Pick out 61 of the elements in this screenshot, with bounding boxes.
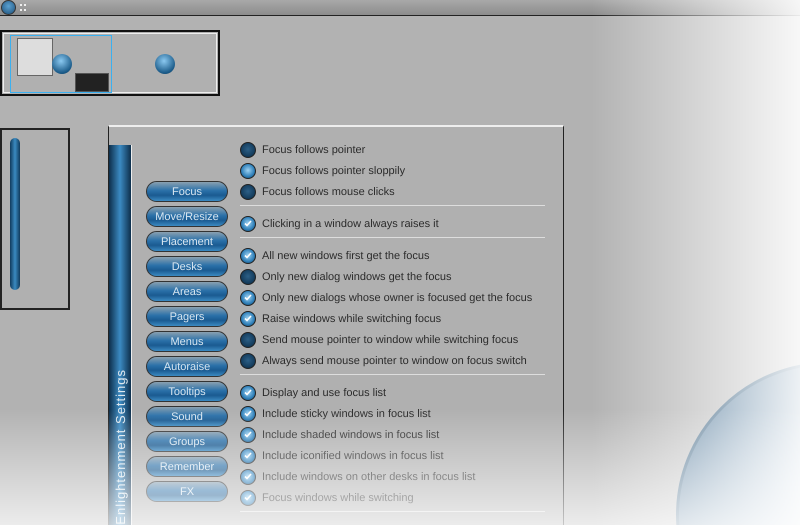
- option-label: Clicking in a window always raises it: [262, 218, 439, 230]
- radio-button[interactable]: [240, 184, 256, 200]
- category-button[interactable]: Desks: [146, 256, 228, 277]
- option-label: Raise windows while switching focus: [262, 312, 442, 324]
- terminal-thumbnail: [75, 73, 109, 92]
- option-label: Include shaded windows in focus list: [262, 428, 440, 440]
- checkbox[interactable]: [240, 468, 256, 484]
- check-icon: [244, 410, 252, 417]
- check-icon: [244, 473, 252, 480]
- check-icon: [244, 494, 252, 501]
- check-icon: [244, 452, 252, 459]
- checkbox[interactable]: [240, 406, 256, 422]
- option-label: Only new dialogs whose owner is focused get the focus: [262, 292, 532, 304]
- category-button[interactable]: Focus: [146, 181, 228, 202]
- option-label: Only new dialog windows get the focus: [262, 270, 452, 282]
- orb-icon: [155, 54, 175, 74]
- checkbox[interactable]: [240, 310, 256, 326]
- option-label: Focus follows pointer: [262, 144, 366, 156]
- checkbox[interactable]: [240, 290, 256, 306]
- category-button[interactable]: Remember: [146, 456, 228, 477]
- pager-desk[interactable]: [10, 35, 112, 93]
- check-icon: [244, 431, 252, 438]
- orb-icon: [52, 54, 72, 74]
- checkbox[interactable]: [240, 268, 256, 284]
- checkbox[interactable]: [240, 248, 256, 264]
- radio-button[interactable]: [240, 162, 256, 178]
- radio-button[interactable]: [240, 142, 256, 158]
- option-label: Include windows on other desks in focus list: [262, 470, 476, 482]
- check-icon: [244, 252, 252, 259]
- checkbox[interactable]: [240, 426, 256, 442]
- checkbox[interactable]: [240, 490, 256, 506]
- option-label: All new windows first get the focus: [262, 250, 430, 262]
- option-label: Focus follows pointer sloppily: [262, 164, 406, 176]
- check-icon: [244, 220, 252, 227]
- checkbox[interactable]: [240, 216, 256, 232]
- option-label: Always send mouse pointer to window on focus switch: [262, 354, 527, 366]
- category-button[interactable]: Pagers: [146, 306, 228, 327]
- checkbox[interactable]: [240, 332, 256, 348]
- grip-icon: [20, 2, 26, 12]
- category-button[interactable]: Areas: [146, 281, 228, 302]
- checkbox[interactable]: [240, 352, 256, 368]
- menu-icon[interactable]: [1, 0, 16, 15]
- checkbox[interactable]: [240, 384, 256, 400]
- category-button[interactable]: Move/Resize: [146, 206, 228, 227]
- option-label: Include iconified windows in focus list: [262, 450, 444, 462]
- scrollbar[interactable]: [10, 138, 20, 290]
- check-icon: [244, 315, 252, 322]
- checkbox[interactable]: [240, 448, 256, 464]
- category-button[interactable]: Placement: [146, 231, 228, 252]
- category-button[interactable]: Sound: [146, 406, 228, 427]
- window-thumbnail: [17, 38, 53, 76]
- option-label: Focus follows mouse clicks: [262, 186, 395, 198]
- category-button[interactable]: Autoraise: [146, 356, 228, 377]
- category-button[interactable]: Tooltips: [146, 381, 228, 402]
- option-label: Include sticky windows in focus list: [262, 408, 431, 420]
- option-label: Send mouse pointer to window while switching focus: [262, 334, 518, 346]
- check-icon: [244, 389, 252, 396]
- category-button[interactable]: Menus: [146, 331, 228, 352]
- check-icon: [244, 294, 252, 301]
- category-button[interactable]: Groups: [146, 431, 228, 452]
- option-label: Display and use focus list: [262, 386, 386, 398]
